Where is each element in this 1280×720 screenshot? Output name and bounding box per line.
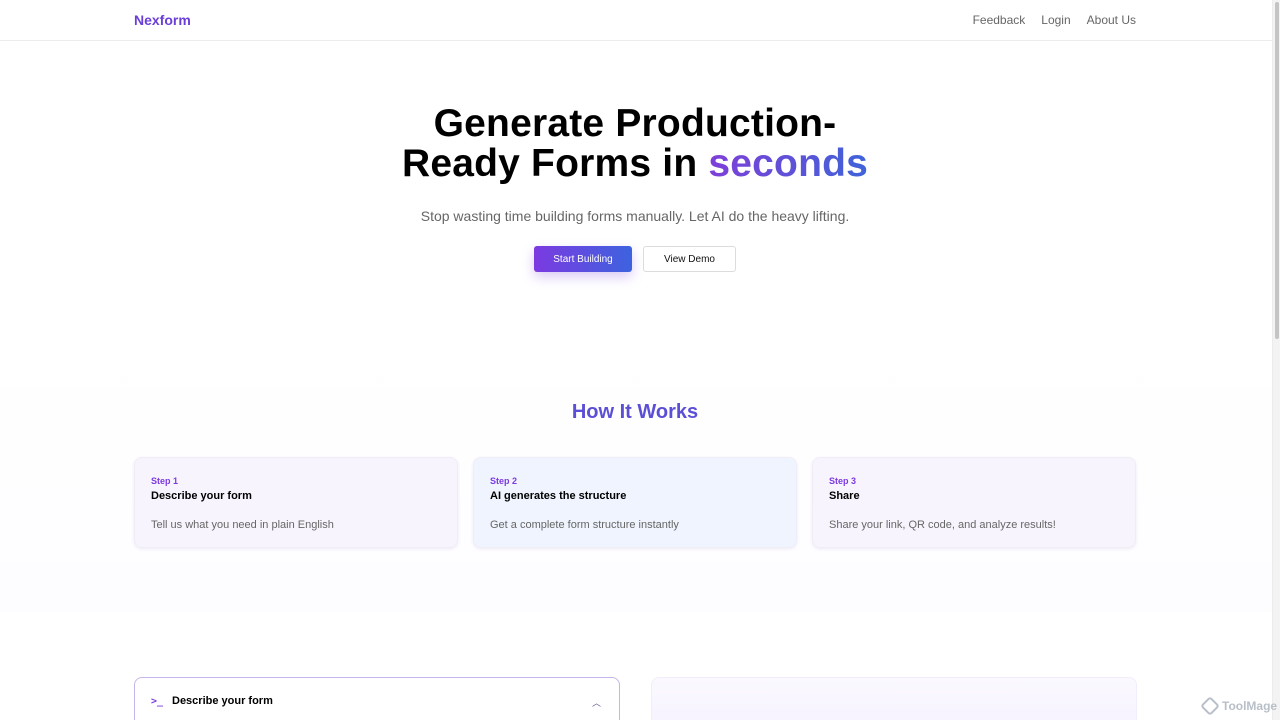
form-preview-panel (651, 677, 1137, 720)
nav-feedback-link[interactable]: Feedback (973, 13, 1026, 27)
step-3-title: Share (829, 490, 860, 502)
step-2-description: Get a complete form structure instantly (490, 519, 679, 531)
step-2-label: Step 2 (490, 476, 518, 486)
nav-login-link[interactable]: Login (1041, 13, 1070, 27)
brand-logo[interactable]: Nexform (134, 12, 191, 28)
step-1-title: Describe your form (151, 490, 252, 502)
step-1-label: Step 1 (151, 476, 179, 486)
watermark-text: ToolMage (1222, 699, 1278, 713)
how-it-works-title: How It Works (571, 401, 699, 423)
site-header: Nexform Feedback Login About Us (0, 0, 1272, 41)
terminal-icon: >_ (151, 696, 164, 707)
hero-title: Generate Production- Ready Forms in seco… (0, 104, 1270, 184)
chevron-up-icon[interactable]: ︿ (592, 696, 601, 709)
step-card-2: Step 2 AI generates the structure Get a … (473, 457, 797, 548)
hero-title-line-2: Ready Forms in (401, 142, 709, 185)
step-2-title: AI generates the structure (490, 490, 627, 502)
describe-form-panel-title: Describe your form (172, 695, 273, 707)
hero-title-line-1: Generate Production- (433, 102, 837, 145)
top-navigation: Feedback Login About Us (973, 13, 1136, 27)
vertical-scrollbar[interactable] (1272, 0, 1280, 720)
hero-title-accent: seconds (708, 142, 869, 185)
scrollbar-thumb[interactable] (1275, 2, 1279, 339)
describe-form-panel[interactable]: >_ Describe your form ︿ (134, 677, 620, 720)
hero-subtitle: Stop wasting time building forms manuall… (420, 208, 850, 224)
watermark-logo-icon (1200, 696, 1220, 716)
step-card-1: Step 1 Describe your form Tell us what y… (134, 457, 458, 548)
toolmage-watermark: ToolMage (1200, 696, 1278, 716)
step-3-description: Share your link, QR code, and analyze re… (829, 519, 1056, 531)
nav-about-us-link[interactable]: About Us (1087, 13, 1136, 27)
start-building-button[interactable]: Start Building (534, 246, 632, 272)
view-demo-button[interactable]: View Demo (643, 246, 736, 272)
step-1-description: Tell us what you need in plain English (151, 519, 334, 531)
step-card-3: Step 3 Share Share your link, QR code, a… (812, 457, 1136, 548)
step-3-label: Step 3 (829, 476, 857, 486)
